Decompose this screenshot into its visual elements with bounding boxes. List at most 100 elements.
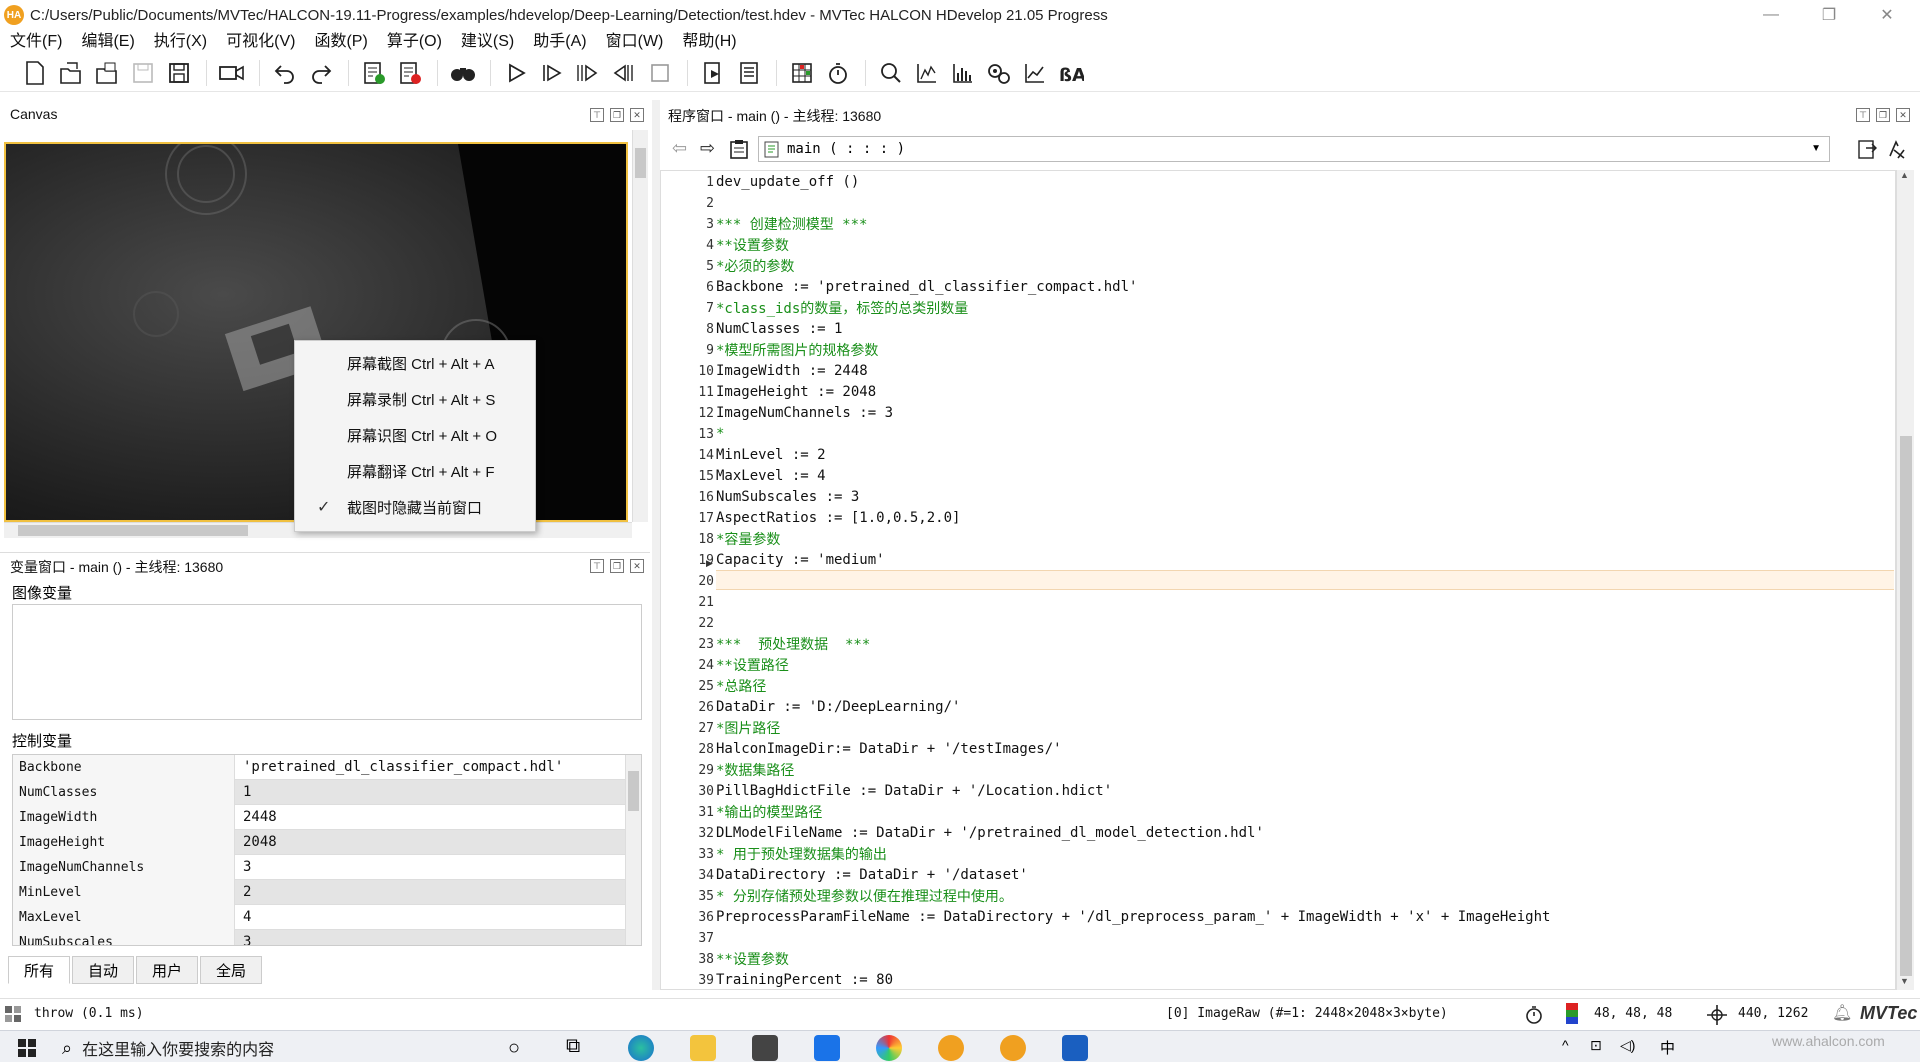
code-line[interactable]: 5 *必须的参数 [668, 256, 1890, 276]
float-icon[interactable]: ❐ [1876, 108, 1890, 122]
image-acquisition-button[interactable] [217, 58, 247, 88]
feature-histogram-button[interactable] [948, 58, 978, 88]
code-line[interactable]: 30 PillBagHdictFile := DataDir + '/Locati… [668, 781, 1890, 801]
procedure-select[interactable]: main ( : : : ) ▼ [758, 136, 1830, 162]
reset-program-button[interactable] [698, 58, 728, 88]
clear-breakpoints-icon[interactable] [1886, 138, 1908, 160]
step-out-button[interactable] [609, 58, 639, 88]
pin-icon[interactable]: ⊤ [590, 559, 604, 573]
bell-icon[interactable]: 🔔︎ [1832, 1003, 1852, 1023]
pin-icon[interactable]: ⊤ [590, 108, 604, 122]
windows-start-icon[interactable] [18, 1039, 36, 1057]
code-line[interactable]: 36 PreprocessParamFileName := DataDirecto… [668, 907, 1890, 927]
step-over-button[interactable] [537, 58, 567, 88]
table-row[interactable]: ImageWidth 2448 [13, 805, 625, 830]
task-view-icon[interactable]: ⧉ [566, 1035, 580, 1058]
code-line[interactable]: 20 [668, 571, 1890, 591]
pin-icon[interactable]: ⊤ [1856, 108, 1870, 122]
close-icon[interactable]: ✕ [1896, 108, 1910, 122]
stop-button[interactable] [645, 58, 675, 88]
code-line[interactable]: 3 *** 创建检测模型 *** [668, 214, 1890, 234]
code-line[interactable]: 6 Backbone := 'pretrained_dl_classifier_c… [668, 277, 1890, 297]
restore-button[interactable]: ❐ [1806, 0, 1852, 30]
taskbar-search-box[interactable]: ⌕ 在这里输入你要搜索的内容 [62, 1033, 486, 1062]
code-line[interactable]: 7 *class_ids的数量，标签的总类别数量 [668, 298, 1890, 318]
code-line[interactable]: 4 **设置参数 [668, 235, 1890, 255]
code-line[interactable]: 23 *** 预处理数据 *** [668, 634, 1890, 654]
code-line[interactable]: 27 *图片路径 [668, 718, 1890, 738]
code-line[interactable]: 29 *数据集路径 [668, 760, 1890, 780]
code-line[interactable]: 26 DataDir := 'D:/DeepLearning/' [668, 697, 1890, 717]
menu-execute[interactable]: 执行(X) [154, 27, 207, 51]
code-line[interactable]: 8 NumClasses := 1 [668, 319, 1890, 339]
code-line[interactable]: 17 AspectRatios := [1.0,0.5,2.0] [668, 508, 1890, 528]
undo-button[interactable] [270, 58, 300, 88]
remove-procedure-button[interactable] [395, 58, 425, 88]
table-row[interactable]: MaxLevel 4 [13, 905, 625, 930]
code-line[interactable]: 35 * 分别存储预处理参数以便在推理过程中使用。 [668, 886, 1890, 906]
menu-operators[interactable]: 算子(O) [387, 27, 442, 51]
float-icon[interactable]: ❐ [610, 108, 624, 122]
scrollbar-thumb[interactable] [1900, 436, 1912, 976]
menu-item-screen-translate[interactable]: 屏幕翻译 Ctrl + Alt + F [347, 461, 495, 482]
menu-assistants[interactable]: 助手(A) [533, 27, 586, 51]
panel-splitter[interactable] [652, 100, 660, 990]
edge-browser-icon[interactable] [628, 1035, 654, 1061]
halcon-app-icon[interactable] [938, 1035, 964, 1061]
table-row[interactable]: MinLevel 2 [13, 880, 625, 905]
code-line[interactable]: 11 ImageHeight := 2048 [668, 382, 1890, 402]
insert-procedure-button[interactable] [359, 58, 389, 88]
save-button[interactable] [128, 58, 158, 88]
code-line[interactable]: 22 [668, 613, 1890, 633]
feature-inspection-button[interactable] [984, 58, 1014, 88]
zoom-button[interactable] [876, 58, 906, 88]
minimize-button[interactable]: — [1748, 0, 1794, 30]
code-line[interactable]: 19 Capacity := 'medium' [668, 550, 1890, 570]
open-file-button[interactable] [56, 58, 86, 88]
table-row[interactable]: ImageNumChannels 3 [13, 855, 625, 880]
menu-procedures[interactable]: 函数(P) [314, 27, 367, 51]
table-vertical-scrollbar[interactable] [625, 755, 641, 945]
export-icon[interactable] [1856, 138, 1878, 160]
code-line[interactable]: 21 [668, 592, 1890, 612]
input-method-indicator[interactable]: 中 [1660, 1037, 1675, 1058]
canvas-vertical-scrollbar[interactable] [632, 130, 648, 522]
code-line[interactable]: 12 ImageNumChannels := 3 [668, 403, 1890, 423]
tab-all[interactable]: 所有 [8, 956, 70, 984]
scrollbar-thumb[interactable] [635, 148, 646, 178]
scroll-down-icon[interactable]: ▼ [1900, 976, 1909, 986]
code-line[interactable]: 37 [668, 928, 1890, 948]
menu-edit[interactable]: 编辑(E) [81, 27, 134, 51]
code-line[interactable]: 16 NumSubscales := 3 [668, 487, 1890, 507]
code-line[interactable]: 1 dev_update_off () [668, 172, 1890, 192]
table-row[interactable]: ImageHeight 2048 [13, 830, 625, 855]
menu-item-screen-record[interactable]: 屏幕录制 Ctrl + Alt + S [347, 389, 495, 410]
pinwheel-app-icon[interactable] [876, 1035, 902, 1061]
gray-histogram-button[interactable] [912, 58, 942, 88]
open-example-button[interactable] [92, 58, 122, 88]
code-line[interactable]: 13 * [668, 424, 1890, 444]
code-line[interactable]: 18 *容量参数 [668, 529, 1890, 549]
redo-button[interactable] [306, 58, 336, 88]
find-replace-button[interactable] [448, 58, 478, 88]
menu-suggestions[interactable]: 建议(S) [461, 27, 514, 51]
float-icon[interactable]: ❐ [610, 559, 624, 573]
program-listing-button[interactable] [734, 58, 764, 88]
halcon-app-icon[interactable] [1000, 1035, 1026, 1061]
table-row[interactable]: Backbone 'pretrained_dl_classifier_compac… [13, 755, 625, 780]
code-line[interactable]: 24 **设置路径 [668, 655, 1890, 675]
file-explorer-icon[interactable] [690, 1035, 716, 1061]
tab-user[interactable]: 用户 [136, 956, 198, 984]
menu-help[interactable]: 帮助(H) [682, 27, 736, 51]
ocr-assistant-button[interactable]: ßA [1056, 58, 1086, 88]
chevron-up-icon[interactable]: ^ [1562, 1037, 1569, 1053]
dell-icon[interactable] [814, 1035, 840, 1061]
clipboard-icon[interactable] [728, 138, 750, 160]
close-icon[interactable]: ✕ [630, 559, 644, 573]
tab-global[interactable]: 全局 [200, 956, 262, 984]
tab-auto[interactable]: 自动 [72, 956, 134, 984]
code-line[interactable]: 25 *总路径 [668, 676, 1890, 696]
code-line[interactable]: 31 *输出的模型路径 [668, 802, 1890, 822]
scrollbar-thumb[interactable] [18, 525, 248, 536]
scroll-up-icon[interactable]: ▲ [1900, 170, 1909, 180]
